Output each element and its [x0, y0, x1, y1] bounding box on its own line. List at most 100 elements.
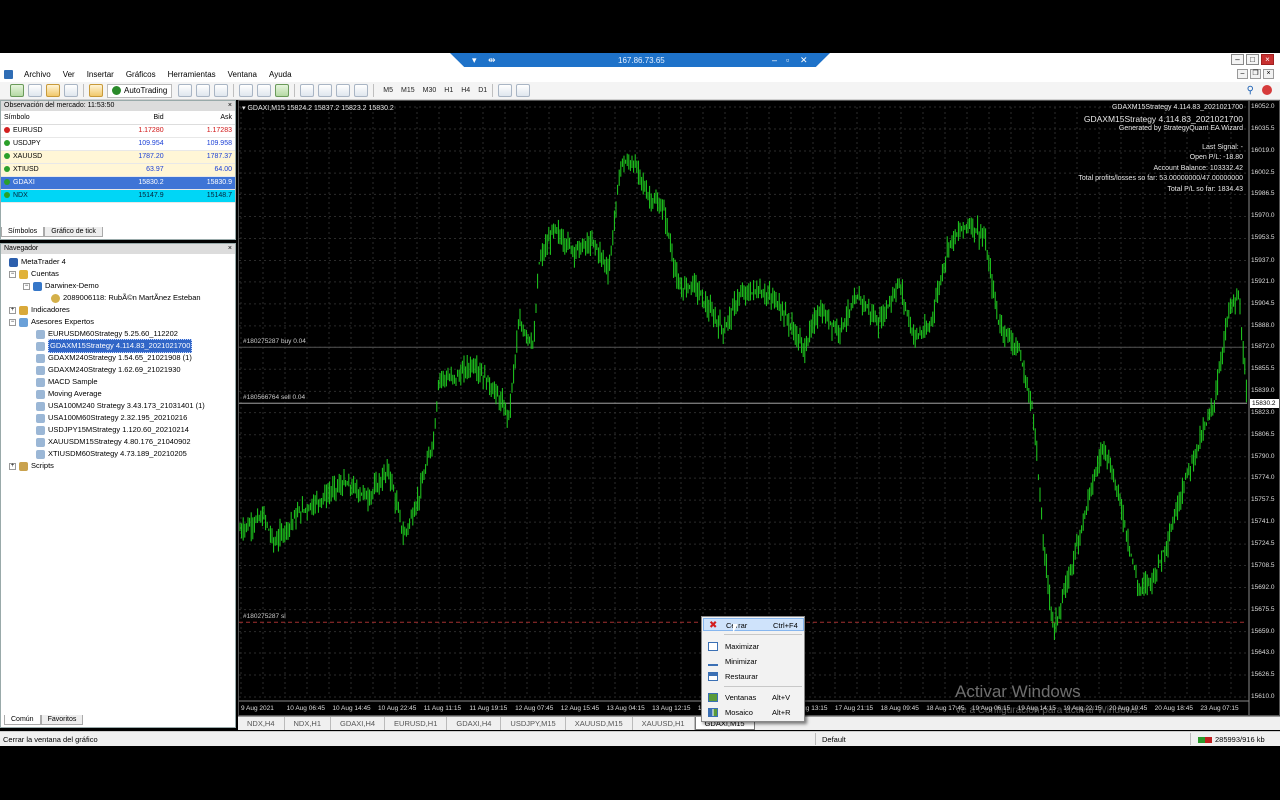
rdp-close-icon[interactable]: ✕	[800, 55, 808, 66]
collapse-icon[interactable]: −	[23, 282, 30, 290]
menu-ventana[interactable]: Ventana	[222, 70, 263, 79]
symbol-cell: XAUUSD	[13, 153, 43, 160]
mdi-restore-button[interactable]: ❐	[1250, 69, 1261, 79]
tree-ea-item[interactable]: GDAXM240Strategy 1.62.69_21021930	[36, 364, 181, 376]
menu-item-restore[interactable]: Restaurar	[703, 670, 804, 683]
chart-tab[interactable]: XAUUSD,H1	[633, 717, 695, 730]
chart-tab[interactable]: NDX,H1	[285, 717, 332, 730]
tree-ea-item-selected[interactable]: GDAXM15Strategy 4.114.83_2021021700	[36, 339, 193, 353]
tab-favorites[interactable]: Favoritos	[40, 715, 84, 725]
timeframe-h4[interactable]: H4	[457, 87, 474, 94]
tree-accounts[interactable]: − Cuentas	[9, 268, 59, 280]
chart-tab[interactable]: GDAXI,H4	[331, 717, 386, 730]
column-symbol[interactable]: Símbolo	[1, 111, 99, 125]
tree-indicators[interactable]: + Indicadores	[9, 304, 70, 316]
menu-item-windows[interactable]: Ventanas Alt+V	[703, 691, 804, 704]
timeframe-h1[interactable]: H1	[440, 87, 457, 94]
close-icon[interactable]: ×	[228, 244, 232, 254]
minimize-window-button[interactable]: –	[1231, 54, 1244, 65]
tree-ea-item[interactable]: USA100M240 Strategy 3.43.173_21031401 (1…	[36, 400, 205, 412]
tree-root[interactable]: MetaTrader 4	[9, 256, 66, 268]
metaeditor-icon[interactable]	[89, 84, 103, 97]
market-watch-icon[interactable]	[46, 84, 60, 97]
tree-ea-item[interactable]: USDJPY15MStrategy 1.120.60_20210214	[36, 424, 189, 436]
table-row[interactable]: GDAXI 15830.2 15830.9	[1, 176, 235, 190]
cursor-icon[interactable]	[498, 84, 513, 97]
periods-icon[interactable]	[354, 84, 369, 97]
indicators-icon[interactable]	[336, 84, 351, 97]
tree-scripts[interactable]: + Scripts	[9, 460, 54, 472]
menu-herramientas[interactable]: Herramientas	[162, 70, 222, 79]
collapse-icon[interactable]: −	[9, 270, 16, 278]
search-icon[interactable]: ⚲	[1247, 85, 1254, 96]
zoom-out-icon[interactable]	[257, 84, 272, 97]
tab-symbols[interactable]: Símbolos	[1, 227, 45, 237]
tab-common[interactable]: Común	[4, 715, 41, 725]
line-chart-icon[interactable]	[214, 84, 229, 97]
close-icon[interactable]: ×	[228, 101, 232, 111]
table-row[interactable]: XAUUSD 1787.20 1787.37	[1, 150, 235, 164]
chart-tab[interactable]: NDX,H4	[238, 717, 285, 730]
column-bid[interactable]: Bid	[98, 111, 167, 125]
tab-tick-chart[interactable]: Gráfico de tick	[44, 227, 103, 237]
chart-tab[interactable]: GDAXI,H4	[447, 717, 502, 730]
table-row[interactable]: USDJPY 109.954 109.958	[1, 137, 235, 151]
maximize-window-button[interactable]: □	[1246, 54, 1259, 65]
menu-item-maximize[interactable]: Maximizar	[703, 640, 804, 653]
price-axis-label: 15937.0	[1251, 256, 1275, 264]
table-row[interactable]: XTIUSD 63.97 64.00	[1, 163, 235, 177]
tree-label: USA100M240 Strategy 3.43.173_21031401 (1…	[48, 401, 205, 410]
auto-scroll-icon[interactable]	[318, 84, 333, 97]
menu-item-tile[interactable]: Mosaico Alt+R	[703, 706, 804, 719]
chart-tab[interactable]: XAUUSD,M15	[566, 717, 633, 730]
crosshair-icon[interactable]	[516, 84, 531, 97]
community-icon[interactable]	[1262, 85, 1272, 95]
menu-item-close-chart[interactable]: ✖ Cerrar Ctrl+F4	[703, 618, 804, 631]
mdi-close-button[interactable]: ×	[1263, 69, 1274, 79]
navigator-icon[interactable]	[64, 84, 78, 97]
chart-shift-icon[interactable]	[300, 84, 315, 97]
menu-ver[interactable]: Ver	[57, 70, 81, 79]
ask-cell: 15148.7	[166, 189, 235, 203]
zoom-in-icon[interactable]	[239, 84, 254, 97]
bar-chart-icon[interactable]	[178, 84, 193, 97]
chart-tab[interactable]: EURUSD,H1	[385, 717, 448, 730]
tree-ea-item[interactable]: Moving Average	[36, 388, 102, 400]
candlestick-icon[interactable]	[196, 84, 211, 97]
menu-graficos[interactable]: Gráficos	[120, 70, 162, 79]
menu-insertar[interactable]: Insertar	[81, 70, 120, 79]
remote-desktop-bar[interactable]: ▾ ⇹ 167.86.73.65 – ▫ ✕	[450, 53, 830, 68]
tree-experts[interactable]: − Asesores Expertos	[9, 316, 94, 328]
profiles-icon[interactable]	[28, 84, 42, 97]
table-row[interactable]: NDX 15147.9 15148.7	[1, 189, 235, 203]
mdi-minimize-button[interactable]: –	[1237, 69, 1248, 79]
tree-server[interactable]: − Darwinex-Demo	[23, 280, 99, 292]
collapse-icon[interactable]: −	[9, 318, 16, 326]
expand-icon[interactable]: +	[9, 306, 16, 314]
timeframe-m5[interactable]: M5	[379, 87, 397, 94]
tile-windows-icon[interactable]	[275, 84, 290, 97]
tree-ea-item[interactable]: XAUUSDM15Strategy 4.80.176_21040902	[36, 436, 191, 448]
close-window-button[interactable]: ×	[1261, 54, 1274, 65]
price-axis-label: 15888.0	[1251, 321, 1275, 329]
tree-account[interactable]: 2089006118: RubÃ©n MartÃ­nez Esteban	[51, 292, 201, 304]
rdp-restore-icon[interactable]: ▫	[786, 55, 789, 65]
timeframe-d1[interactable]: D1	[474, 87, 491, 94]
chart-tab[interactable]: USDJPY,M15	[501, 717, 566, 730]
pin-icon[interactable]: ▾	[472, 55, 477, 66]
timeframe-m30[interactable]: M30	[419, 87, 441, 94]
rdp-minimize-icon[interactable]: –	[772, 55, 777, 65]
menu-archivo[interactable]: Archivo	[18, 70, 57, 79]
menu-item-minimize[interactable]: Minimizar	[703, 655, 804, 668]
tree-ea-item[interactable]: XTIUSDM60Strategy 4.73.189_20210205	[36, 448, 187, 460]
tree-ea-item[interactable]: MACD Sample	[36, 376, 98, 388]
menu-ayuda[interactable]: Ayuda	[263, 70, 298, 79]
expand-icon[interactable]: +	[9, 462, 16, 470]
new-chart-icon[interactable]	[10, 84, 24, 97]
tree-ea-item[interactable]: USA100M60Strategy 2.32.195_20210216	[36, 412, 187, 424]
tree-ea-item[interactable]: GDAXM240Strategy 1.54.65_21021908 (1)	[36, 352, 192, 364]
column-ask[interactable]: Ask	[166, 111, 235, 125]
autotrading-button[interactable]: AutoTrading	[107, 83, 173, 98]
table-row[interactable]: EURUSD 1.17280 1.17283	[1, 124, 235, 138]
timeframe-m15[interactable]: M15	[397, 87, 419, 94]
